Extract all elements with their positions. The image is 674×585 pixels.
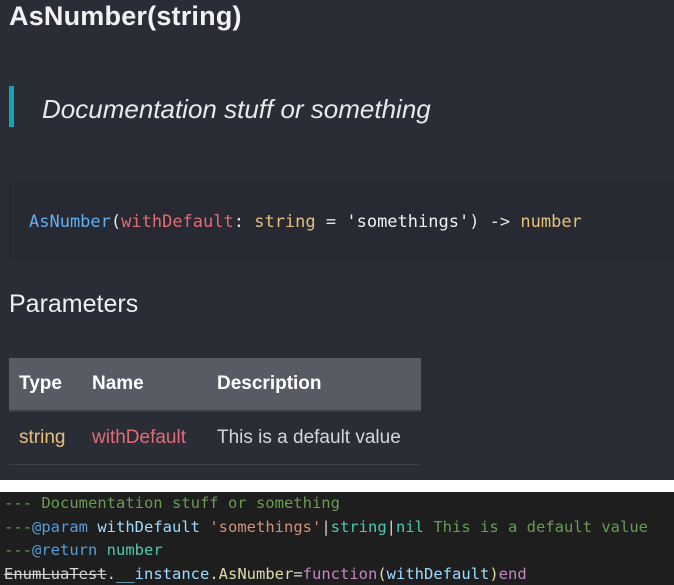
close-paren: ) — [489, 564, 499, 583]
annotation-description: This is a default value — [424, 517, 648, 536]
open-paren: ( — [377, 564, 387, 583]
param-name-cell: withDefault — [82, 411, 207, 465]
code-line-3: ---@return number — [4, 539, 163, 563]
param-type-cell: string — [9, 411, 82, 465]
annotation-pipe: | — [386, 517, 397, 536]
comment-prefix: --- — [4, 541, 32, 559]
signature-colon: : — [233, 212, 255, 232]
end-keyword: end — [498, 564, 527, 583]
documentation-panel: AsNumber(string) Documentation stuff or … — [0, 0, 674, 480]
column-header-type: Type — [9, 358, 82, 412]
signature-param-type: string — [254, 212, 316, 232]
signature-code-block: AsNumber(withDefault: string = 'somethin… — [9, 182, 674, 260]
instance-field: __instance — [116, 564, 210, 583]
page-title: AsNumber(string) — [9, 1, 242, 31]
param-description-cell: This is a default value — [207, 411, 421, 465]
parameters-table: Type Name Description string withDefault… — [9, 358, 421, 465]
comment-text: --- Documentation stuff or something — [4, 494, 340, 512]
annotation-type-nil: nil — [396, 517, 425, 536]
column-header-name: Name — [82, 358, 207, 412]
annotation-type-string: string — [330, 517, 387, 536]
signature-arrow: ) -> — [469, 212, 521, 232]
param-annotation-tag: @param — [32, 517, 88, 536]
comment-prefix: --- — [4, 517, 32, 536]
table-row: string withDefault This is a default val… — [9, 411, 421, 465]
annotation-default-string: 'somethings' — [209, 517, 322, 536]
function-name: AsNumber — [218, 564, 294, 583]
equals-sign: = — [293, 564, 303, 583]
annotation-pipe: | — [321, 517, 331, 536]
parameters-heading: Parameters — [9, 290, 139, 318]
signature-default-value: 'somethings' — [346, 212, 470, 232]
function-signature: AsNumber(withDefault: string = 'somethin… — [29, 212, 582, 232]
blockquote-accent-bar — [9, 86, 14, 127]
return-annotation-type: number — [106, 541, 163, 559]
code-line-2: ---@param withDefault 'somethings'|strin… — [4, 516, 648, 540]
signature-return-type: number — [520, 212, 582, 232]
dot: . — [209, 564, 219, 583]
deprecated-object-name: EnumLuaTest — [4, 564, 107, 583]
function-keyword: function — [302, 564, 378, 583]
annotation-param-name: withDefault — [97, 517, 200, 536]
function-param: withDefault — [386, 564, 490, 583]
table-header-row: Type Name Description — [9, 358, 421, 412]
signature-function-name: AsNumber — [29, 212, 111, 232]
signature-open-paren: ( — [110, 212, 122, 232]
signature-param-name: withDefault — [121, 212, 234, 232]
code-line-4: EnumLuaTest.__instance.AsNumber=function… — [4, 563, 527, 585]
column-header-description: Description — [207, 358, 421, 412]
code-editor[interactable]: --- Documentation stuff or something ---… — [0, 492, 674, 585]
return-annotation-tag: @return — [32, 541, 98, 559]
code-line-1: --- Documentation stuff or something — [4, 492, 340, 516]
blockquote-description: Documentation stuff or something — [42, 94, 431, 124]
signature-equals: = — [315, 212, 347, 232]
dot: . — [106, 564, 116, 583]
